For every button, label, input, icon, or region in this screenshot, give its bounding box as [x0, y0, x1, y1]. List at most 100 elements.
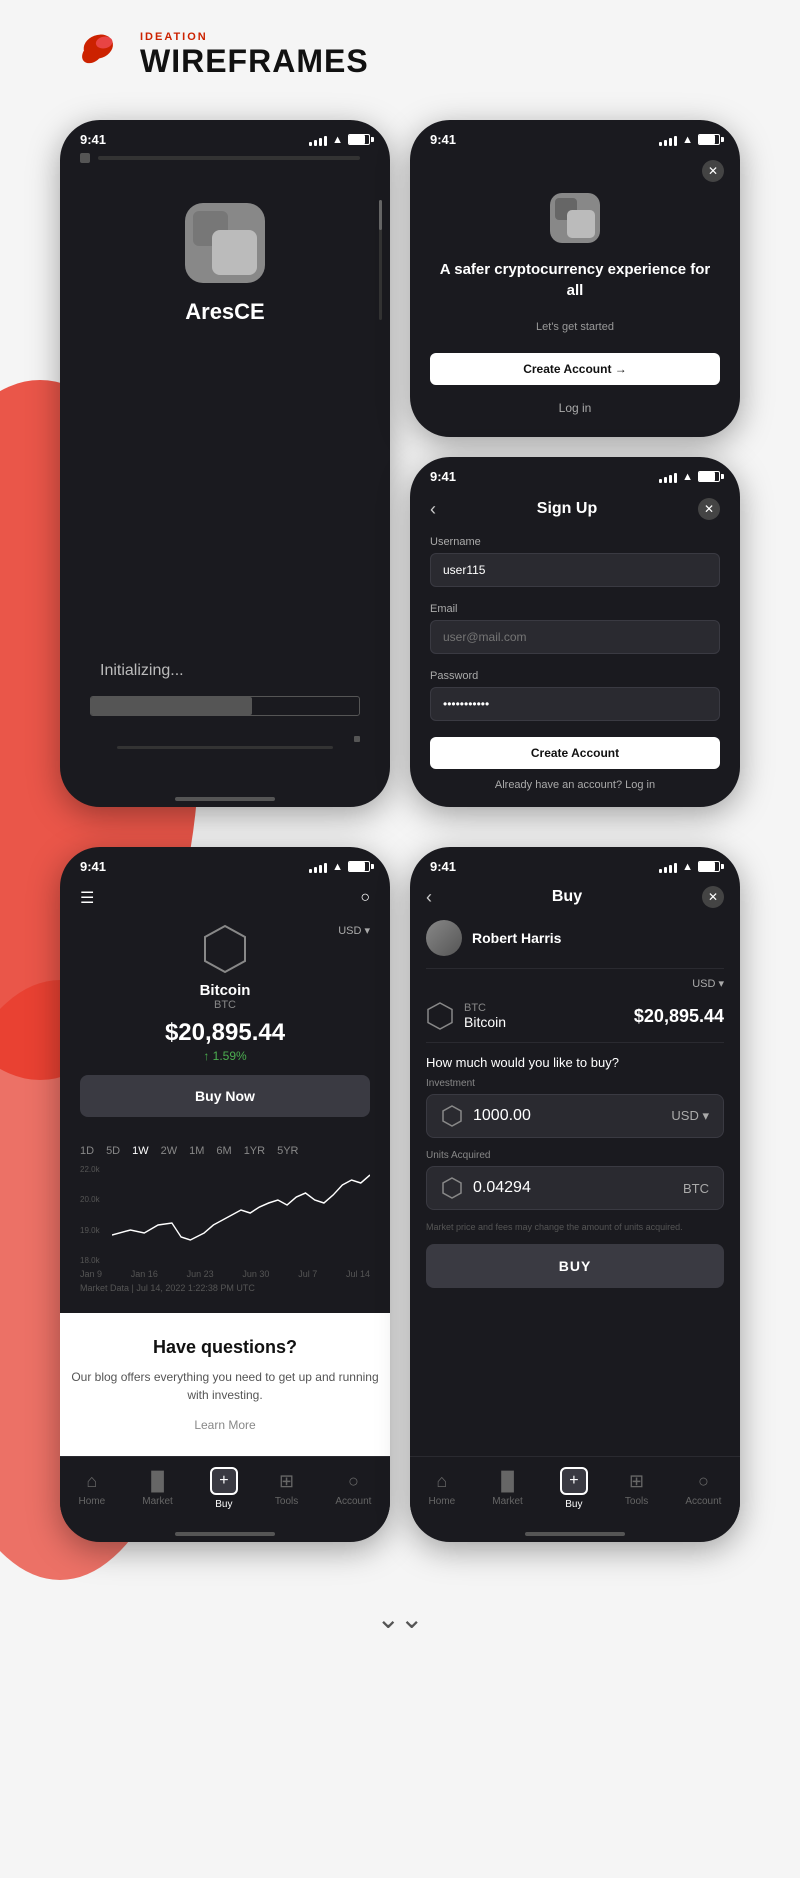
- wifi-icon: ▲: [332, 134, 343, 146]
- progress-section: Initializing...: [90, 662, 360, 749]
- welcome-battery-icon: [698, 134, 720, 145]
- market-header-row: ☰ ○: [80, 880, 370, 924]
- buy-coin-hex-icon: [426, 1002, 454, 1030]
- bottom-progress: [117, 746, 333, 749]
- user-row: Robert Harris: [426, 920, 724, 969]
- nav-market[interactable]: ▐▌ Market: [142, 1471, 173, 1507]
- top-mini-bar: [80, 153, 360, 163]
- buy-nav-buy[interactable]: + Buy: [560, 1467, 588, 1510]
- splash-time: 9:41: [80, 132, 106, 147]
- email-input[interactable]: [430, 620, 720, 654]
- currency-label: USD ▾: [338, 924, 370, 937]
- buy-close-button[interactable]: ✕: [702, 886, 724, 908]
- investment-label: Investment: [426, 1078, 724, 1089]
- currency-selector[interactable]: USD ▾: [338, 924, 370, 937]
- email-group: Email: [430, 603, 720, 666]
- chart-tab-5d[interactable]: 5D: [106, 1145, 120, 1157]
- buy-account-icon: ○: [698, 1471, 709, 1492]
- buy-nav-account[interactable]: ○ Account: [685, 1471, 721, 1507]
- signup-content: ‹ Sign Up ✕ Username Email Password Crea…: [410, 490, 740, 807]
- y-axis: 22.0k 20.0k 19.0k 18.0k: [80, 1165, 110, 1265]
- password-group: Password: [430, 670, 720, 733]
- close-button[interactable]: ✕: [702, 160, 724, 182]
- password-input[interactable]: [430, 687, 720, 721]
- signup-wifi-icon: ▲: [682, 471, 693, 483]
- buy-nav-tools[interactable]: ⊞ Tools: [625, 1471, 648, 1507]
- chart-tab-6m[interactable]: 6M: [216, 1145, 231, 1157]
- create-account-button[interactable]: Create Account →: [430, 353, 720, 385]
- learn-more-link[interactable]: Learn More: [60, 1418, 390, 1432]
- buy-buy-nav-icon: +: [560, 1467, 588, 1495]
- chart-tab-5yr[interactable]: 5YR: [277, 1145, 298, 1157]
- investment-input-row[interactable]: 1000.00 USD ▾: [426, 1094, 724, 1138]
- buy-market-icon: ▐▌: [495, 1471, 521, 1492]
- units-input-left: 0.04294: [441, 1177, 531, 1199]
- chart-tab-1d[interactable]: 1D: [80, 1145, 94, 1157]
- buy-currency-selector[interactable]: USD ▾: [692, 977, 724, 990]
- market-time: 9:41: [80, 859, 106, 874]
- nav-account-label: Account: [335, 1496, 371, 1507]
- buy-nav-tools-label: Tools: [625, 1496, 648, 1507]
- blog-title: Have questions?: [60, 1337, 390, 1358]
- nav-buy-label: Buy: [215, 1499, 232, 1510]
- investment-coin-icon: [441, 1105, 463, 1127]
- nav-buy[interactable]: + Buy: [210, 1467, 238, 1510]
- investment-currency[interactable]: USD ▾: [671, 1108, 709, 1124]
- app-name-label: AresCE: [185, 299, 264, 325]
- market-data-text: Market Data | Jul 14, 2022 1:22:38 PM UT…: [80, 1283, 370, 1293]
- chart-tab-1yr[interactable]: 1YR: [244, 1145, 265, 1157]
- buy-coin-row: BTC Bitcoin $20,895.44: [426, 994, 724, 1043]
- nav-tools[interactable]: ⊞ Tools: [275, 1471, 298, 1507]
- nav-home[interactable]: ⌂ Home: [79, 1471, 106, 1507]
- scrollbar-track: [379, 200, 382, 320]
- market-phone: 9:41 ▲ ☰ ○: [60, 847, 390, 1542]
- nav-market-label: Market: [142, 1496, 173, 1507]
- splash-status-bar: 9:41 ▲: [60, 120, 390, 153]
- buy-now-button[interactable]: Buy Now: [80, 1075, 370, 1117]
- login-link[interactable]: Log in: [625, 779, 655, 791]
- bottom-phones-grid: 9:41 ▲ ☰ ○: [0, 847, 800, 1582]
- username-input[interactable]: [430, 553, 720, 587]
- signup-header: ‹ Sign Up ✕: [430, 490, 720, 536]
- market-bottom-nav: ⌂ Home ▐▌ Market + Buy ⊞ Tools ○ Account: [60, 1456, 390, 1524]
- chevron-down-icon: ⌄⌄: [377, 1602, 424, 1635]
- buy-nav-home[interactable]: ⌂ Home: [429, 1471, 456, 1507]
- buy-back-button[interactable]: ‹: [426, 887, 432, 908]
- buy-status-icons: ▲: [659, 861, 720, 873]
- buy-nav-home-label: Home: [429, 1496, 456, 1507]
- status-icons: ▲: [309, 134, 370, 146]
- splash-content: AresCE Initializing...: [60, 163, 390, 789]
- wireframes-label: WIREFRAMES: [140, 43, 369, 80]
- buy-bottom-nav: ⌂ Home ▐▌ Market + Buy ⊞ Tools ○ Account: [410, 1456, 740, 1524]
- signup-phone: 9:41 ▲ ‹ Sign Up ✕ Use: [410, 457, 740, 807]
- user-name-label: Robert Harris: [472, 930, 561, 946]
- coin-name-label: Bitcoin: [200, 982, 251, 999]
- investment-section: Investment 1000.00 USD ▾: [426, 1078, 724, 1138]
- market-status-icons: ▲: [309, 861, 370, 873]
- chart-tab-1m[interactable]: 1M: [189, 1145, 204, 1157]
- brand-logo: [60, 30, 120, 80]
- buy-tools-icon: ⊞: [629, 1471, 644, 1492]
- username-group: Username: [430, 536, 720, 599]
- login-button[interactable]: Log in: [430, 395, 720, 421]
- signup-signal: [659, 471, 677, 483]
- units-label: Units Acquired: [426, 1150, 724, 1161]
- app-logo: [185, 203, 265, 283]
- signup-close-button[interactable]: ✕: [698, 498, 720, 520]
- home-indicator: [60, 789, 390, 807]
- market-search-icon[interactable]: ○: [360, 889, 370, 907]
- chart-tab-2w[interactable]: 2W: [161, 1145, 178, 1157]
- hamburger-icon[interactable]: ☰: [80, 888, 94, 908]
- buy-submit-button[interactable]: BUY: [426, 1244, 724, 1288]
- buy-nav-icon: +: [210, 1467, 238, 1495]
- welcome-wifi-icon: ▲: [682, 134, 693, 146]
- chart-tab-1w[interactable]: 1W: [132, 1145, 149, 1157]
- splash-phone: 9:41 ▲: [60, 120, 390, 807]
- nav-account[interactable]: ○ Account: [335, 1471, 371, 1507]
- create-account-submit-button[interactable]: Create Account: [430, 737, 720, 769]
- back-button[interactable]: ‹: [430, 499, 436, 520]
- buy-phone: 9:41 ▲ ‹ Buy ✕: [410, 847, 740, 1542]
- home-icon: ⌂: [86, 1471, 97, 1492]
- buy-nav-market[interactable]: ▐▌ Market: [492, 1471, 523, 1507]
- units-value: 0.04294: [473, 1179, 531, 1197]
